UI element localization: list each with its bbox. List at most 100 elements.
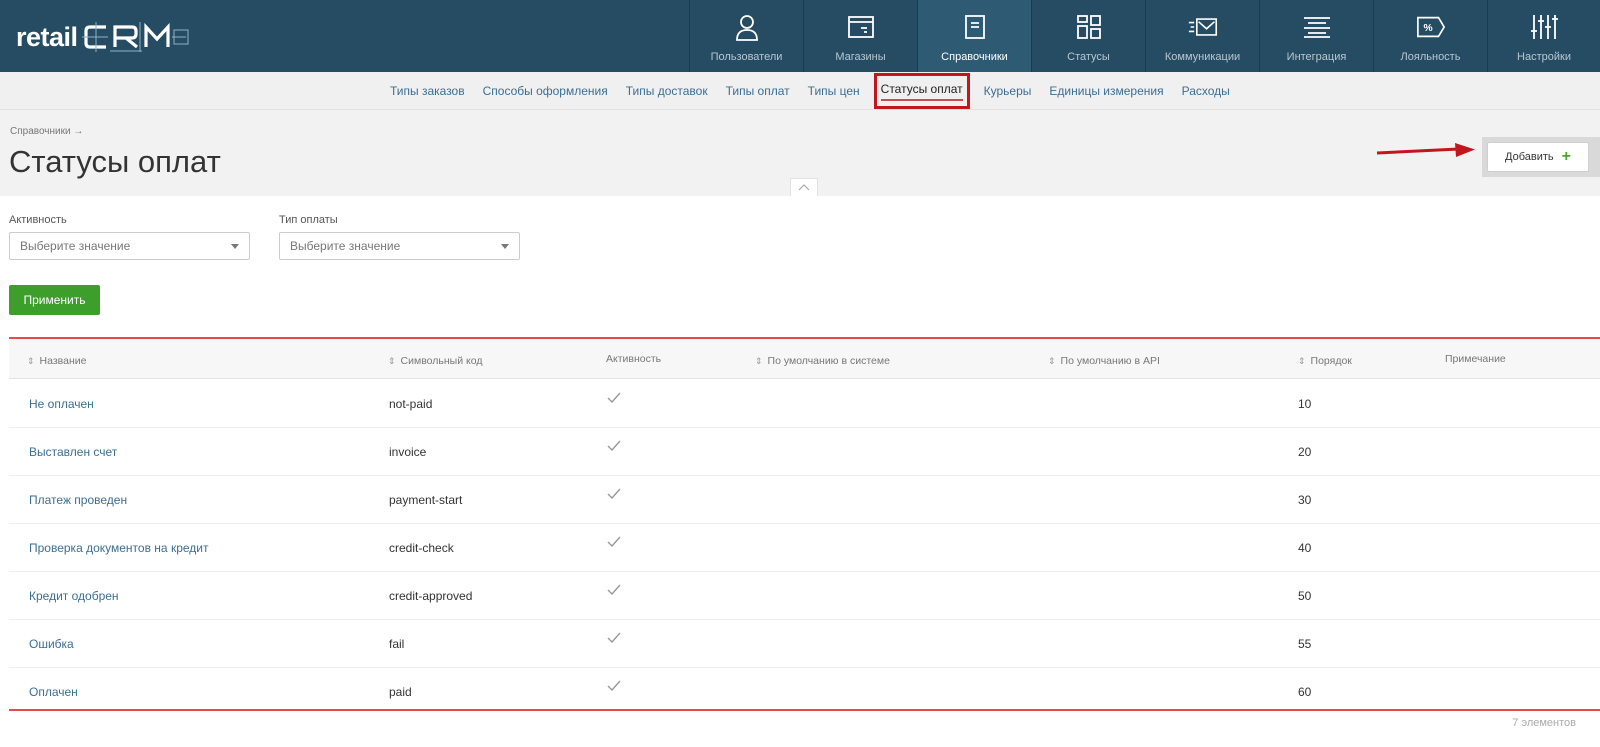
subnav-payment-types[interactable]: Типы оплат — [717, 84, 799, 98]
loyalty-icon: % — [1416, 12, 1446, 42]
nav-loyalty[interactable]: % Лояльность — [1373, 0, 1487, 72]
subnav-price-types[interactable]: Типы цен — [799, 84, 869, 98]
payment-type-select[interactable]: Выберите значение — [279, 232, 520, 260]
add-button-highlight: Добавить + — [1482, 137, 1600, 177]
status-code: invoice — [389, 445, 427, 459]
statuses-icon — [1074, 12, 1104, 42]
checkmark-icon — [607, 488, 621, 502]
column-default-system-header[interactable]: ⇕ По умолчанию в системе — [755, 355, 890, 367]
table-row: Не оплачен not-paid 10 — [9, 380, 1600, 428]
settings-icon — [1529, 12, 1559, 42]
status-order: 55 — [1298, 637, 1312, 651]
nav-integration-label: Интеграция — [1286, 51, 1347, 63]
column-code-header[interactable]: ⇕ Символьный код — [388, 355, 482, 367]
column-order-label: Порядок — [1310, 355, 1352, 367]
subnav-order-types[interactable]: Типы заказов — [381, 84, 474, 98]
sort-icon: ⇕ — [755, 356, 763, 366]
table-row: Проверка документов на кредит credit-che… — [9, 524, 1600, 572]
status-name-link[interactable]: Ошибка — [29, 637, 74, 651]
add-button-label: Добавить — [1505, 151, 1554, 163]
status-name-link[interactable]: Кредит одобрен — [29, 589, 119, 603]
column-order-header[interactable]: ⇕ Порядок — [1298, 355, 1352, 367]
sort-icon: ⇕ — [27, 356, 35, 366]
status-name-link[interactable]: Не оплачен — [29, 397, 94, 411]
nav-settings[interactable]: Настройки — [1487, 0, 1600, 72]
column-default-system-label: По умолчанию в системе — [767, 355, 890, 367]
status-name-link[interactable]: Выставлен счет — [29, 445, 117, 459]
nav-statuses[interactable]: Статусы — [1031, 0, 1145, 72]
column-default-api-header[interactable]: ⇕ По умолчанию в API — [1048, 355, 1160, 367]
nav-loyalty-label: Лояльность — [1400, 51, 1461, 63]
checkmark-icon — [607, 440, 621, 454]
nav-users[interactable]: Пользователи — [689, 0, 803, 72]
caret-down-icon — [231, 243, 239, 249]
subnav-couriers[interactable]: Курьеры — [975, 84, 1041, 98]
breadcrumb[interactable]: Справочники → — [10, 126, 83, 137]
page-title: Статусы оплат — [9, 144, 221, 179]
status-order: 10 — [1298, 397, 1312, 411]
nav-statuses-label: Статусы — [1067, 51, 1110, 63]
status-code: credit-check — [389, 541, 454, 555]
column-name-label: Название — [39, 355, 87, 367]
retailcrm-logo[interactable]: retail — [16, 20, 200, 54]
nav-directories-label: Справочники — [941, 51, 1008, 63]
logo-text: retail — [16, 21, 78, 52]
sort-icon: ⇕ — [388, 356, 396, 366]
status-order: 60 — [1298, 685, 1312, 699]
column-note-label: Примечание — [1445, 353, 1506, 365]
activity-select[interactable]: Выберите значение — [9, 232, 250, 260]
column-active-label: Активность — [606, 353, 662, 365]
red-arrow-annotation-icon — [1376, 143, 1475, 157]
nav-communications[interactable]: Коммуникации — [1145, 0, 1259, 72]
plus-icon: + — [1561, 148, 1571, 165]
main-nav: Пользователи Магазины Справочники Статус… — [689, 0, 1600, 72]
table-row: Кредит одобрен credit-approved 50 — [9, 572, 1600, 620]
status-name-link[interactable]: Платеж проведен — [29, 493, 127, 507]
content-area: Активность Выберите значение Тип оплаты … — [0, 196, 1600, 747]
logo-crm-mark-icon — [81, 22, 189, 52]
status-order: 30 — [1298, 493, 1312, 507]
filter-payment-type-label: Тип оплаты — [279, 214, 338, 226]
status-order: 20 — [1298, 445, 1312, 459]
nav-stores-label: Магазины — [835, 51, 886, 63]
chevron-up-icon — [798, 184, 810, 191]
status-order: 40 — [1298, 541, 1312, 555]
status-name-link[interactable]: Оплачен — [29, 685, 78, 699]
activity-select-value: Выберите значение — [20, 239, 131, 253]
user-icon — [732, 12, 762, 42]
status-name-link[interactable]: Проверка документов на кредит — [29, 541, 208, 555]
sort-icon: ⇕ — [1048, 356, 1056, 366]
nav-stores[interactable]: Магазины — [803, 0, 917, 72]
subnav-costs[interactable]: Расходы — [1173, 84, 1239, 98]
subnav-payment-statuses[interactable]: Статусы оплат — [873, 73, 970, 109]
caret-down-icon — [501, 243, 509, 249]
sub-nav: Типы заказов Способы оформления Типы дос… — [0, 72, 1600, 110]
column-code-label: Символьный код — [400, 355, 483, 367]
nav-users-label: Пользователи — [710, 51, 783, 63]
payment-statuses-table: ⇕ Название ⇕ Символьный код Активность ⇕ По… — [9, 337, 1600, 711]
sort-icon: ⇕ — [1298, 356, 1306, 366]
apply-button[interactable]: Применить — [9, 285, 100, 315]
table-header: ⇕ Название ⇕ Символьный код Активность ⇕ По… — [9, 339, 1600, 379]
nav-integration[interactable]: Интеграция — [1259, 0, 1373, 72]
status-code: not-paid — [389, 397, 433, 411]
nav-directories[interactable]: Справочники — [917, 0, 1031, 72]
status-code: fail — [389, 637, 405, 651]
table-row: Оплачен paid 60 — [9, 668, 1600, 716]
status-order: 50 — [1298, 589, 1312, 603]
subnav-order-methods[interactable]: Способы оформления — [474, 84, 617, 98]
subnav-delivery-types[interactable]: Типы доставок — [617, 84, 717, 98]
communications-icon — [1188, 12, 1218, 42]
status-code: paid — [389, 685, 412, 699]
collapse-filters-toggle[interactable] — [790, 178, 818, 196]
column-default-api-label: По умолчанию в API — [1060, 355, 1160, 367]
nav-communications-label: Коммуникации — [1164, 51, 1241, 63]
status-code: credit-approved — [389, 589, 473, 603]
table-row: Выставлен счет invoice 20 — [9, 428, 1600, 476]
store-icon — [846, 12, 876, 42]
add-button[interactable]: Добавить + — [1487, 142, 1589, 172]
subnav-units[interactable]: Единицы измерения — [1040, 84, 1172, 98]
column-name-header[interactable]: ⇕ Название — [27, 355, 86, 367]
checkmark-icon — [607, 632, 621, 646]
svg-text:%: % — [1423, 23, 1432, 34]
